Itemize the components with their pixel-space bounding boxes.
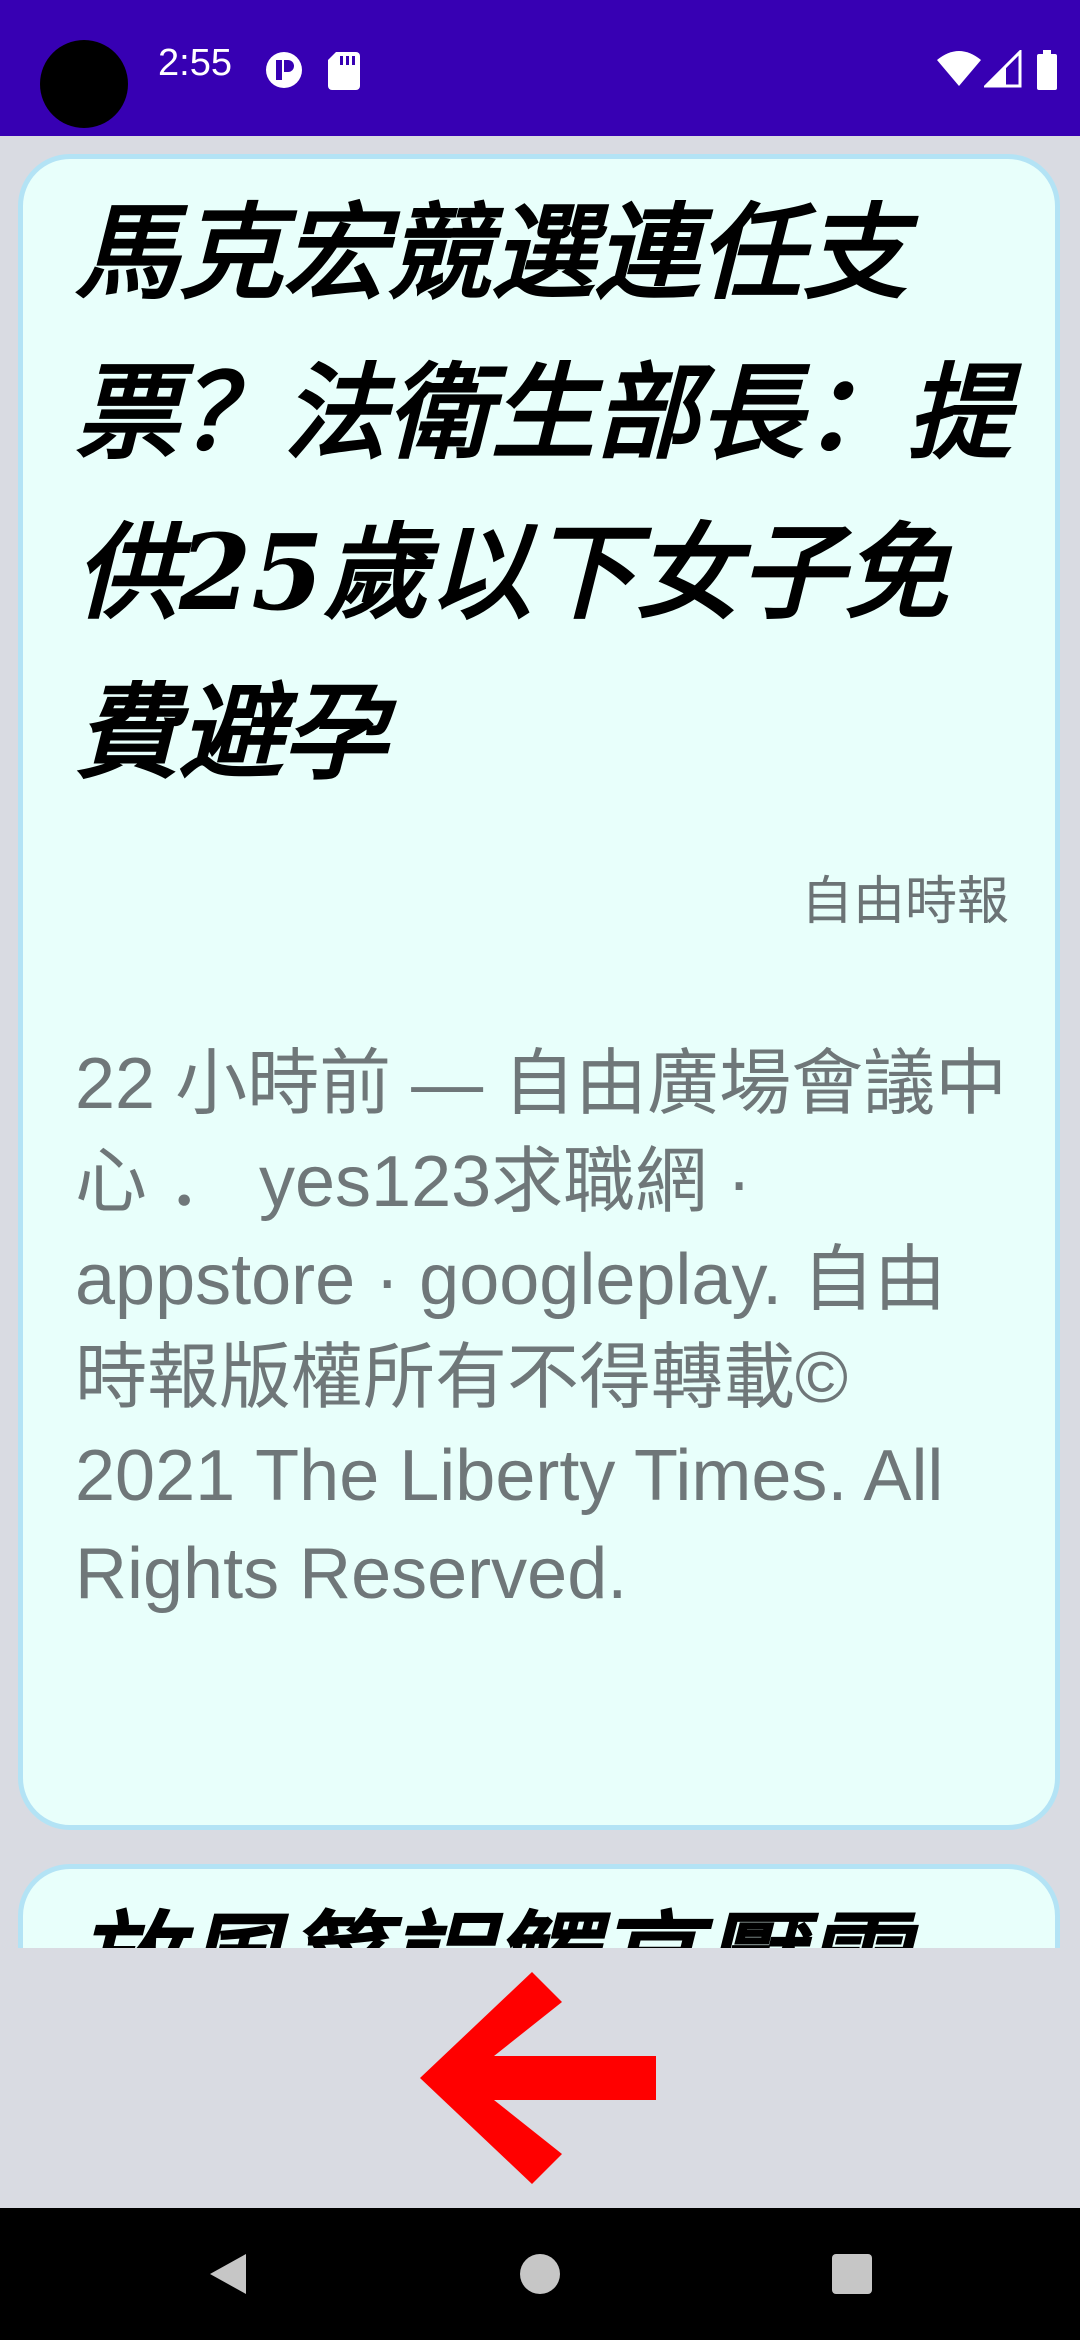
sd-card-icon bbox=[328, 52, 360, 90]
cell-signal-icon bbox=[984, 50, 1022, 88]
back-triangle-icon[interactable] bbox=[206, 2252, 250, 2296]
camera-cutout bbox=[40, 40, 128, 128]
news-card[interactable]: 放風箏誤觸高壓電 bbox=[18, 1864, 1060, 1948]
battery-icon bbox=[1037, 50, 1057, 90]
status-time: 2:55 bbox=[158, 42, 232, 84]
wifi-icon bbox=[937, 51, 981, 86]
notification-icon bbox=[266, 52, 302, 88]
back-area bbox=[0, 1948, 1080, 2208]
news-snippet: 22 小時前 — 自由廣場會議中心 ． yes123求職網 · appstore… bbox=[75, 1044, 1008, 1614]
screen: 2:55 馬克宏競選連任支票？法衛生部長：提供25歲以下女子免費避孕 自由時報 … bbox=[0, 0, 1080, 2340]
status-bar: 2:55 bbox=[0, 0, 1080, 136]
news-card[interactable]: 馬克宏競選連任支票？法衛生部長：提供25歲以下女子免費避孕 自由時報 22 小時… bbox=[18, 154, 1060, 1830]
news-feed[interactable]: 馬克宏競選連任支票？法衛生部長：提供25歲以下女子免費避孕 自由時報 22 小時… bbox=[0, 136, 1080, 1948]
news-source: 自由時報 bbox=[800, 872, 1009, 932]
recents-square-icon[interactable] bbox=[830, 2252, 874, 2296]
news-headline: 馬克宏競選連任支票？法衛生部長：提供25歲以下女子免費避孕 bbox=[75, 191, 1012, 794]
home-circle-icon[interactable] bbox=[518, 2252, 562, 2296]
back-arrow-icon[interactable] bbox=[420, 1972, 660, 2184]
news-headline: 放風箏誤觸高壓電 bbox=[75, 1881, 1015, 1948]
navigation-bar bbox=[0, 2208, 1080, 2340]
